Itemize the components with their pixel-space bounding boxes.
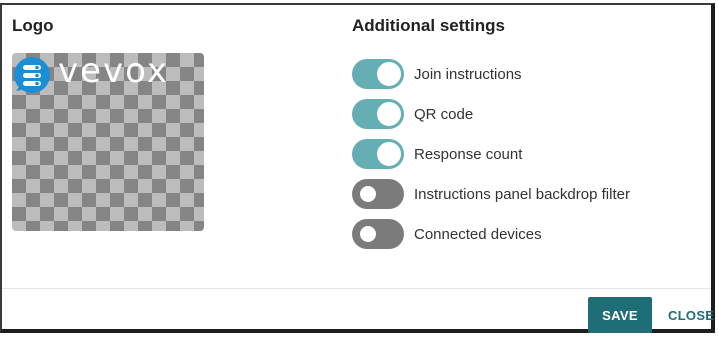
toggle-knob bbox=[360, 226, 376, 242]
logo-wordmark: vevox bbox=[58, 53, 170, 91]
setting-join-instructions: Join instructions bbox=[352, 54, 630, 94]
setting-backdrop-filter: Instructions panel backdrop filter bbox=[352, 174, 630, 214]
response-count-toggle[interactable] bbox=[352, 139, 404, 169]
toggle-knob bbox=[377, 62, 401, 86]
setting-label: Join instructions bbox=[414, 65, 522, 83]
logo-preview[interactable]: vevox bbox=[12, 53, 204, 231]
settings-dialog: Logo Additional settings vevox Join inst… bbox=[0, 3, 715, 333]
toggle-knob bbox=[377, 102, 401, 126]
settings-list: Join instructions QR code Response count… bbox=[352, 54, 630, 254]
logo-heading: Logo bbox=[12, 16, 54, 35]
footer-divider bbox=[2, 288, 711, 289]
setting-label: Response count bbox=[414, 145, 523, 163]
backdrop-filter-toggle[interactable] bbox=[352, 179, 404, 209]
setting-label: QR code bbox=[414, 105, 474, 123]
connected-devices-toggle[interactable] bbox=[352, 219, 404, 249]
setting-connected-devices: Connected devices bbox=[352, 214, 630, 254]
setting-label: Instructions panel backdrop filter bbox=[414, 185, 630, 203]
qr-code-toggle[interactable] bbox=[352, 99, 404, 129]
toggle-knob bbox=[377, 142, 401, 166]
save-button[interactable]: SAVE bbox=[588, 297, 652, 333]
additional-settings-heading: Additional settings bbox=[352, 16, 505, 35]
toggle-knob bbox=[360, 186, 376, 202]
setting-label: Connected devices bbox=[414, 225, 542, 243]
join-instructions-toggle[interactable] bbox=[352, 59, 404, 89]
close-button[interactable]: CLOSE bbox=[664, 297, 718, 333]
vevox-logo-icon bbox=[14, 57, 50, 93]
setting-qr-code: QR code bbox=[352, 94, 630, 134]
setting-response-count: Response count bbox=[352, 134, 630, 174]
